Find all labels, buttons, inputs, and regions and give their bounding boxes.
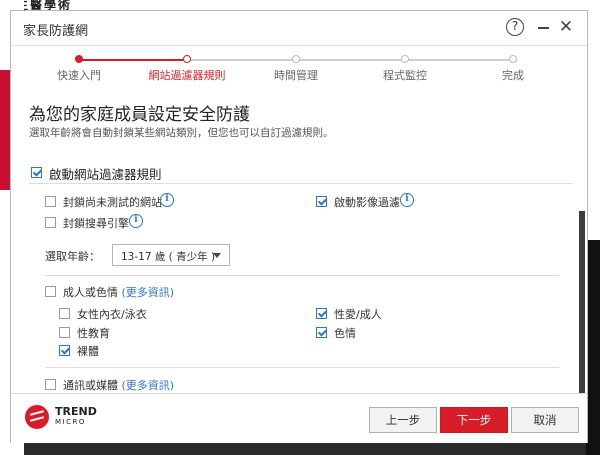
more-info-link[interactable]: (更多資訊) bbox=[122, 379, 175, 392]
window-title: 家長防護網 bbox=[23, 24, 89, 39]
page-subtitle: 選取年齡將會自動封鎖某些網站類別，但您也可以自訂過濾規則。 bbox=[29, 127, 334, 139]
close-icon[interactable]: ✕ bbox=[558, 18, 574, 36]
category-communication-checkbox[interactable] bbox=[45, 379, 56, 390]
help-icon[interactable]: ? bbox=[506, 18, 524, 36]
step-label-finish: 完成 bbox=[502, 69, 524, 82]
lingerie-checkbox[interactable] bbox=[59, 308, 70, 319]
block-search-checkbox[interactable] bbox=[45, 217, 56, 228]
vertical-scrollbar[interactable] bbox=[579, 211, 585, 393]
brand-name-sub: MICRO bbox=[55, 418, 86, 426]
age-select-value: 13-17 歲 ( 青少年 ) bbox=[121, 251, 216, 263]
sex-adult-checkbox[interactable] bbox=[316, 308, 327, 319]
step-dot-3 bbox=[292, 55, 300, 63]
step-dot-1 bbox=[75, 55, 83, 63]
chevron-down-icon bbox=[213, 253, 221, 258]
footer-bar: TREND MICRO 上一步 下一步 取消 bbox=[11, 393, 587, 443]
next-button[interactable]: 下一步 bbox=[440, 407, 508, 433]
pornography-label: 色情 bbox=[334, 327, 356, 340]
category-adult-checkbox[interactable] bbox=[45, 286, 56, 297]
info-icon[interactable]: i bbox=[129, 214, 143, 228]
enable-filter-label: 啟動網站過濾器規則 bbox=[49, 167, 162, 182]
category-adult-label: 成人或色情 (更多資訊) bbox=[63, 286, 175, 299]
title-bar: 家長防護網 ? ✕ bbox=[11, 11, 587, 46]
step-label-web-filter: 網站過濾器規則 bbox=[148, 69, 226, 82]
pornography-checkbox[interactable] bbox=[316, 327, 327, 338]
minimize-icon[interactable] bbox=[538, 27, 549, 29]
settings-content: 為您的家庭成員設定安全防護 選取年齡將會自動封鎖某些網站類別，但您也可以自訂過濾… bbox=[11, 87, 573, 393]
nudity-label: 裸體 bbox=[77, 345, 99, 358]
block-untested-checkbox[interactable] bbox=[45, 196, 56, 207]
category-communication-label: 通訊或媒體 (更多資訊) bbox=[63, 379, 175, 392]
nudity-checkbox[interactable] bbox=[59, 345, 70, 356]
video-filter-label: 啟動影像過濾 bbox=[334, 196, 400, 209]
sex-adult-label: 性愛/成人 bbox=[334, 308, 382, 321]
page-title: 為您的家庭成員設定安全防護 bbox=[29, 105, 250, 125]
step-label-time: 時間管理 bbox=[274, 69, 318, 82]
info-icon[interactable]: i bbox=[400, 193, 414, 207]
video-filter-checkbox[interactable] bbox=[316, 196, 327, 207]
enable-filter-checkbox[interactable] bbox=[31, 167, 42, 178]
step-dot-4 bbox=[401, 55, 409, 63]
previous-button[interactable]: 上一步 bbox=[369, 407, 437, 433]
info-icon[interactable]: i bbox=[160, 193, 174, 207]
sex-education-checkbox[interactable] bbox=[59, 327, 70, 338]
age-select[interactable]: 13-17 歲 ( 青少年 ) bbox=[112, 244, 230, 266]
cancel-button[interactable]: 取消 bbox=[511, 407, 579, 433]
desktop-background-right bbox=[586, 0, 600, 455]
step-dot-2 bbox=[183, 55, 191, 63]
wizard-stepper: 快速入門 網站過濾器規則 時間管理 程式監控 完成 bbox=[11, 46, 587, 86]
step-dot-5 bbox=[509, 55, 517, 63]
block-untested-label: 封鎖尚未測試的網站 bbox=[63, 196, 162, 209]
age-label: 選取年齡： bbox=[45, 250, 100, 263]
step-label-quickstart: 快速入門 bbox=[57, 69, 101, 82]
step-label-program: 程式監控 bbox=[383, 69, 427, 82]
trend-micro-logo-icon bbox=[25, 405, 49, 429]
lingerie-label: 女性內衣/泳衣 bbox=[77, 308, 147, 321]
parental-controls-window: 家長防護網 ? ✕ 快速入門 網站過濾器規則 時間管理 程式監控 完成 為您的家… bbox=[10, 10, 588, 443]
brand-name: TREND bbox=[55, 405, 97, 418]
block-search-label: 封鎖搜尋引擎 bbox=[63, 217, 129, 230]
more-info-link[interactable]: (更多資訊) bbox=[122, 286, 175, 299]
sex-education-label: 性教育 bbox=[77, 327, 110, 340]
